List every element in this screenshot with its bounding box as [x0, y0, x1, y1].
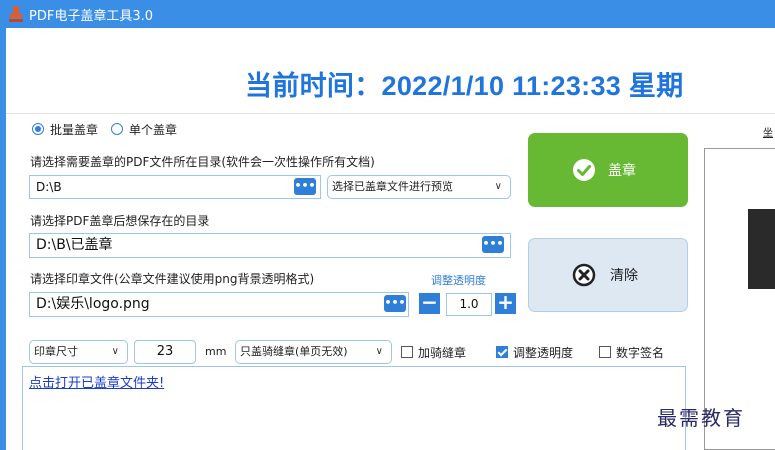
- stamp-button-label: 盖章: [608, 163, 636, 179]
- single-stamp-radio[interactable]: [111, 123, 123, 135]
- batch-stamp-label: 批量盖章: [50, 123, 99, 137]
- seal-file-label: 请选择印章文件(公章文件建议使用png背景透明格式): [30, 272, 315, 286]
- source-dir-label: 请选择需要盖章的PDF文件所在目录(软件会一次性操作所有文档): [30, 155, 375, 169]
- chevron-down-icon: ∨: [111, 346, 119, 357]
- opacity-plus-button[interactable]: +: [495, 292, 516, 314]
- adjust-opacity-link[interactable]: 调整透明度: [431, 272, 486, 288]
- batch-stamp-radio[interactable]: [32, 123, 44, 135]
- divider: [6, 113, 775, 114]
- window-frame: [0, 28, 6, 450]
- output-browse-button[interactable]: •••: [482, 236, 504, 253]
- preview-select-value: 选择已盖章文件进行预览: [332, 180, 453, 193]
- preview-file-select[interactable]: 选择已盖章文件进行预览 ∨: [327, 175, 511, 199]
- chevron-down-icon: ∨: [375, 346, 383, 357]
- chevron-down-icon: ∨: [494, 181, 502, 192]
- window-title: PDF电子盖章工具3.0: [29, 9, 154, 24]
- seal-size-input[interactable]: 23: [134, 340, 196, 364]
- digital-sign-checkbox[interactable]: [599, 346, 611, 358]
- preview-image: [748, 209, 775, 289]
- digital-sign-label: 数字签名: [616, 346, 665, 360]
- size-unit-label: mm: [205, 345, 227, 358]
- log-area: 点击打开已盖章文件夹!: [22, 366, 686, 450]
- watermark: 最需教育: [657, 406, 745, 430]
- source-browse-button[interactable]: •••: [294, 178, 316, 195]
- check-circle-icon: [573, 159, 595, 181]
- opacity-minus-button[interactable]: −: [419, 292, 440, 314]
- output-dir-input[interactable]: D:\B\已盖章: [29, 233, 511, 258]
- seal-browse-button[interactable]: •••: [384, 295, 406, 312]
- side-partial-label: 坐: [763, 128, 773, 139]
- clear-button-label: 清除: [610, 268, 638, 284]
- adjust-opacity-checkbox[interactable]: [496, 346, 508, 358]
- open-stamped-folder-link[interactable]: 点击打开已盖章文件夹!: [29, 372, 164, 391]
- title-bar: PDF电子盖章工具3.0: [0, 0, 775, 28]
- stamp-app-icon: [9, 6, 23, 22]
- single-stamp-label: 单个盖章: [129, 123, 178, 137]
- source-dir-input[interactable]: D:\B: [29, 175, 321, 199]
- close-circle-icon: [572, 263, 596, 287]
- seal-size-select[interactable]: 印章尺寸 ∨: [29, 340, 128, 364]
- seal-size-select-value: 印章尺寸: [34, 345, 78, 358]
- clear-button[interactable]: 清除: [528, 238, 688, 312]
- stamp-button[interactable]: 盖章: [528, 133, 688, 207]
- output-dir-label: 请选择PDF盖章后想保存在的目录: [30, 214, 210, 228]
- riding-seal-label: 加骑缝章: [418, 346, 467, 360]
- riding-seal-checkbox[interactable]: [401, 346, 413, 358]
- stamp-mode-select[interactable]: 只盖骑缝章(单页无效) ∨: [235, 340, 392, 364]
- seal-file-input[interactable]: D:\娱乐\logo.png: [29, 292, 409, 317]
- opacity-value-input[interactable]: 1.0: [446, 293, 492, 316]
- adjust-opacity-label: 调整透明度: [513, 346, 574, 360]
- current-time: 当前时间：2022/1/10 11:23:33 星期: [245, 71, 684, 101]
- stamp-mode-select-value: 只盖骑缝章(单页无效): [240, 345, 348, 358]
